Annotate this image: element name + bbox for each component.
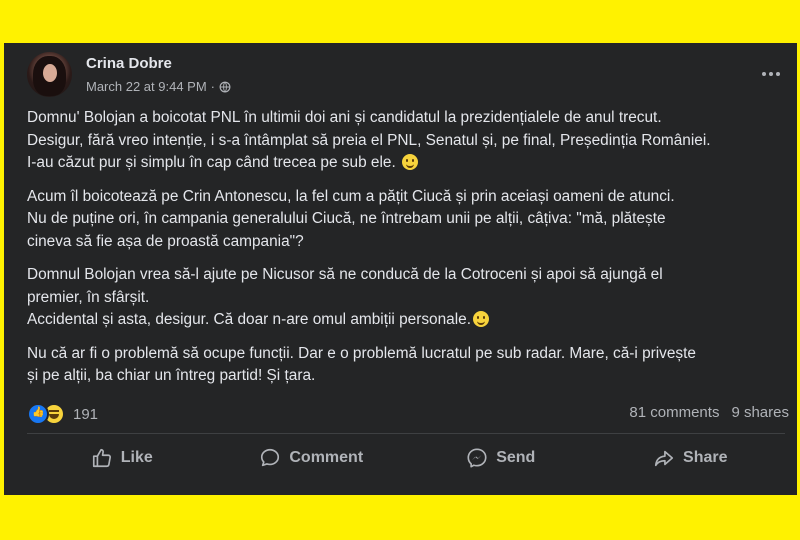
share-icon (654, 450, 674, 467)
post-header: Crina Dobre March 22 at 9:44 PM · (27, 52, 797, 97)
send-button[interactable]: Send (406, 439, 596, 477)
smile-emoji-icon (473, 311, 489, 327)
reaction-count[interactable]: 191 (73, 406, 98, 423)
text-line: Domnul Bolojan vrea să-l ajute pe Nicuso… (27, 266, 663, 283)
comment-icon (261, 448, 280, 467)
like-label: Like (120, 449, 153, 466)
text-line: Nu de puține ori, în campania generalulu… (27, 210, 666, 227)
send-label: Send (496, 449, 536, 466)
comment-button[interactable]: Comment (217, 439, 407, 477)
post-paragraph-3: Domnul Bolojan vrea să-l ajute pe Nicuso… (27, 264, 779, 332)
author-name[interactable]: Crina Dobre (86, 55, 172, 72)
post-meta: March 22 at 9:44 PM · (86, 79, 231, 94)
text-line: și pe alții, ba chiar un întreg partid! … (27, 367, 316, 384)
reactions-summary[interactable]: 191 (27, 403, 98, 425)
share-button[interactable]: Share (596, 439, 786, 477)
text-line: Nu că ar fi o problemă să ocupe funcții.… (27, 344, 696, 362)
text-line-content: I-au căzut pur și simplu în cap când tre… (27, 154, 396, 171)
post-stats: 191 81 comments 9 shares (27, 401, 789, 429)
text-line: Domnu' Bolojan a boicotat PNL în ultimii… (27, 109, 662, 126)
facebook-post: Crina Dobre March 22 at 9:44 PM · Domnu'… (4, 43, 797, 495)
post-paragraph-1: Domnu' Bolojan a boicotat PNL în ultimii… (27, 107, 779, 175)
text-line: Acum îl boicotează pe Crin Antonescu, la… (27, 187, 675, 205)
meta-separator: · (210, 79, 216, 94)
like-button[interactable]: Like (27, 439, 217, 477)
engagement-counts: 81 comments 9 shares (629, 404, 789, 421)
shares-count[interactable]: 9 shares (731, 404, 789, 421)
thumbs-up-icon (92, 448, 111, 468)
post-timestamp[interactable]: March 22 at 9:44 PM (86, 79, 207, 94)
text-line: Accidental și asta, desigur. Că doar n-a… (27, 309, 779, 332)
globe-icon[interactable] (219, 81, 231, 93)
comment-label: Comment (289, 449, 364, 466)
post-paragraph-4: Nu că ar fi o problemă să ocupe funcții.… (27, 343, 779, 388)
smile-emoji-icon (402, 154, 419, 170)
post-paragraph-2: Acum îl boicotează pe Crin Antonescu, la… (27, 186, 779, 254)
post-body: Domnu' Bolojan a boicotat PNL în ultimii… (27, 107, 779, 399)
more-options-button[interactable] (759, 64, 783, 84)
more-options-icon (762, 72, 766, 76)
divider (27, 433, 785, 434)
text-line: I-au căzut pur și simplu în cap când tre… (27, 152, 779, 175)
messenger-icon (467, 448, 487, 468)
comments-count[interactable]: 81 comments (629, 404, 719, 421)
like-reaction-icon (27, 403, 49, 425)
share-label: Share (683, 449, 728, 466)
post-actions: Like Comment Send Share (27, 439, 785, 477)
text-line: Desigur, fără vreo intenție, i s-a întâm… (27, 131, 711, 149)
text-line: premier, în sfârșit. (27, 288, 150, 306)
text-line: cineva să fie așa de proastă campania"? (27, 232, 304, 250)
text-line-content: Accidental și asta, desigur. Că doar n-a… (27, 311, 471, 328)
avatar[interactable] (27, 52, 72, 97)
